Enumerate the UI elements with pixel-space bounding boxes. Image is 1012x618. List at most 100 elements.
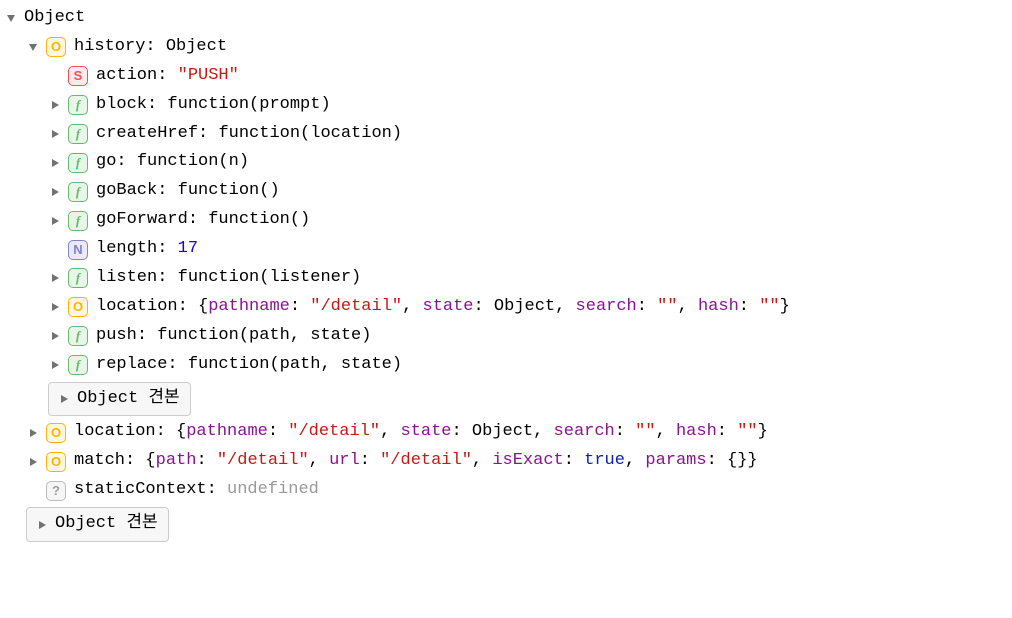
prop-key: length [96, 235, 157, 264]
tree-row-action[interactable]: S action: "PUSH" [4, 62, 1008, 91]
obj-val: Object [494, 293, 555, 322]
obj-val: true [584, 447, 625, 476]
function-badge-icon: f [68, 182, 88, 202]
tree-row-length[interactable]: N length: 17 [4, 235, 1008, 264]
obj-key: isExact [492, 447, 563, 476]
obj-key: params [645, 447, 706, 476]
prop-key: go [96, 148, 116, 177]
tree-row-staticcontext[interactable]: ? staticContext: undefined [4, 476, 1008, 505]
object-badge-icon: O [46, 37, 66, 57]
function-badge-icon: f [68, 95, 88, 115]
tree-row-match[interactable]: O match: { path: "/detail", url: "/detai… [4, 447, 1008, 476]
function-badge-icon: f [68, 326, 88, 346]
obj-val: Object [472, 418, 533, 447]
function-badge-icon: f [68, 153, 88, 173]
prop-key: block [96, 91, 147, 120]
obj-val: "" [759, 293, 779, 322]
number-badge-icon: N [68, 240, 88, 260]
obj-val: "" [737, 418, 757, 447]
tree-row-root-proto: Object 견본 [4, 505, 1008, 544]
prop-key: action [96, 62, 157, 91]
root-label: Object [24, 4, 85, 33]
obj-val: "/detail" [380, 447, 472, 476]
chevron-down-icon[interactable] [4, 11, 18, 25]
chevron-right-icon[interactable] [48, 329, 62, 343]
prop-key: goForward [96, 206, 188, 235]
prop-key: push [96, 322, 137, 351]
function-badge-icon: f [68, 355, 88, 375]
undefined-badge-icon: ? [46, 481, 66, 501]
function-badge-icon: f [68, 124, 88, 144]
chevron-right-icon [35, 518, 49, 532]
chevron-right-icon[interactable] [48, 127, 62, 141]
obj-val: {} [727, 447, 747, 476]
obj-val: "" [657, 293, 677, 322]
tree-row-go[interactable]: f go: function(n) [4, 148, 1008, 177]
tree-row-location[interactable]: O location: { pathname: "/detail", state… [4, 418, 1008, 447]
tree-row-history-location[interactable]: O location: { pathname: "/detail", state… [4, 293, 1008, 322]
chevron-right-icon[interactable] [48, 358, 62, 372]
chevron-right-icon [57, 392, 71, 406]
object-badge-icon: O [68, 297, 88, 317]
prop-value: function(prompt) [167, 91, 330, 120]
obj-key: search [554, 418, 615, 447]
chevron-right-icon[interactable] [48, 98, 62, 112]
chevron-right-icon[interactable] [48, 185, 62, 199]
prop-value: function(path, state) [157, 322, 371, 351]
chevron-right-icon[interactable] [48, 271, 62, 285]
prototype-button[interactable]: Object 견본 [48, 382, 191, 417]
obj-key: path [156, 447, 197, 476]
object-badge-icon: O [46, 423, 66, 443]
obj-val: "" [635, 418, 655, 447]
function-badge-icon: f [68, 268, 88, 288]
obj-val: "/detail" [217, 447, 309, 476]
object-badge-icon: O [46, 452, 66, 472]
chevron-right-icon[interactable] [48, 156, 62, 170]
prototype-label: Object 견본 [55, 510, 158, 539]
obj-val: "/detail" [288, 418, 380, 447]
prop-value: function() [208, 206, 310, 235]
obj-key: state [423, 293, 474, 322]
tree-row-listen[interactable]: f listen: function(listener) [4, 264, 1008, 293]
chevron-right-icon[interactable] [48, 300, 62, 314]
obj-key: hash [676, 418, 717, 447]
prop-key: location [96, 293, 178, 322]
tree-row-goforward[interactable]: f goForward: function() [4, 206, 1008, 235]
prop-value: "PUSH" [178, 62, 239, 91]
prop-value: 17 [178, 235, 198, 264]
tree-row-push[interactable]: f push: function(path, state) [4, 322, 1008, 351]
chevron-right-icon[interactable] [26, 426, 40, 440]
prop-value: function(location) [218, 120, 402, 149]
prop-value: undefined [227, 476, 319, 505]
tree-row-block[interactable]: f block: function(prompt) [4, 91, 1008, 120]
obj-key: url [329, 447, 360, 476]
prototype-button[interactable]: Object 견본 [26, 507, 169, 542]
tree-row-createhref[interactable]: f createHref: function(location) [4, 120, 1008, 149]
obj-key: pathname [208, 293, 290, 322]
obj-key: pathname [186, 418, 268, 447]
prop-type: Object [166, 33, 227, 62]
tree-row-root[interactable]: Object [4, 4, 1008, 33]
chevron-right-icon[interactable] [48, 214, 62, 228]
prop-key: history [74, 33, 145, 62]
prop-key: match [74, 447, 125, 476]
spacer [48, 69, 62, 83]
obj-key: search [576, 293, 637, 322]
chevron-down-icon[interactable] [26, 40, 40, 54]
tree-row-replace[interactable]: f replace: function(path, state) [4, 351, 1008, 380]
prop-value: function(path, state) [188, 351, 402, 380]
obj-key: hash [698, 293, 739, 322]
tree-row-history[interactable]: O history: Object [4, 33, 1008, 62]
prop-value: function() [178, 177, 280, 206]
prototype-label: Object 견본 [77, 385, 180, 414]
string-badge-icon: S [68, 66, 88, 86]
obj-key: state [401, 418, 452, 447]
prop-key: replace [96, 351, 167, 380]
tree-row-history-proto: Object 견본 [4, 380, 1008, 419]
spacer [48, 243, 62, 257]
function-badge-icon: f [68, 211, 88, 231]
prop-key: goBack [96, 177, 157, 206]
chevron-right-icon[interactable] [26, 455, 40, 469]
tree-row-goback[interactable]: f goBack: function() [4, 177, 1008, 206]
prop-value: function(listener) [178, 264, 362, 293]
